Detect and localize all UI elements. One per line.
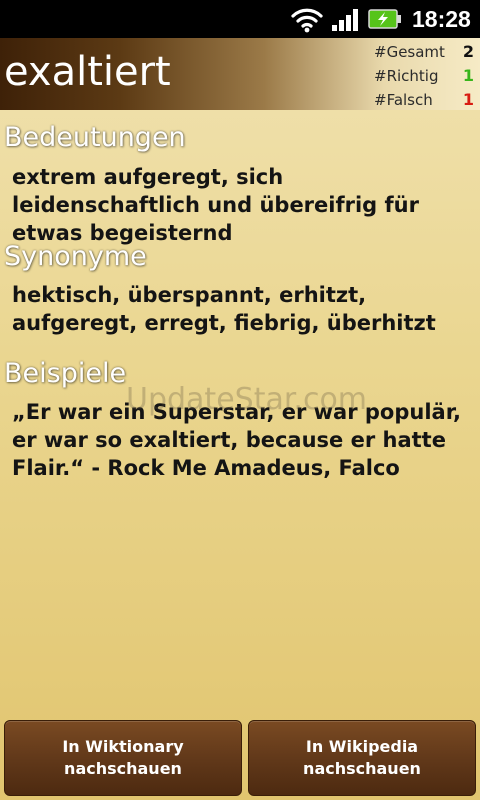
stat-total-label: #Gesamt	[374, 43, 445, 61]
stat-total: #Gesamt 2	[374, 40, 474, 64]
stat-wrong: #Falsch 1	[374, 88, 474, 112]
synonyms-heading: Synonyme	[4, 241, 147, 272]
stat-correct: #Richtig 1	[374, 64, 474, 88]
stat-total-value: 2	[462, 42, 474, 61]
score-stats: #Gesamt 2 #Richtig 1 #Falsch 1	[374, 40, 474, 112]
stat-wrong-label: #Falsch	[374, 91, 433, 109]
word-title: exaltiert	[4, 49, 171, 95]
signal-icon	[332, 9, 358, 31]
wiktionary-button-label: In Wiktionary nachschauen	[62, 737, 184, 778]
battery-charging-icon	[368, 9, 401, 29]
meanings-text: extrem aufgeregt, sich leidenschaftlich …	[12, 165, 419, 245]
wikipedia-button[interactable]: In Wikipedia nachschauen	[248, 720, 476, 796]
stat-correct-value: 1	[462, 66, 474, 85]
synonyms-text: hektisch, überspannt, erhitzt, aufgeregt…	[12, 283, 436, 335]
clock-time: 18:28	[412, 6, 471, 32]
word-header: exaltiert #Gesamt 2 #Richtig 1 #Falsch 1	[0, 38, 480, 110]
examples-heading: Beispiele	[4, 358, 127, 389]
wifi-icon	[291, 8, 323, 33]
wikipedia-button-label: In Wikipedia nachschauen	[303, 737, 421, 778]
meanings-heading: Bedeutungen	[4, 122, 186, 153]
status-bar: 18:28	[0, 0, 480, 38]
wiktionary-button[interactable]: In Wiktionary nachschauen	[4, 720, 242, 796]
stat-correct-label: #Richtig	[374, 67, 439, 85]
stat-wrong-value: 1	[462, 90, 474, 109]
watermark: UpdateStar.com	[126, 382, 368, 417]
